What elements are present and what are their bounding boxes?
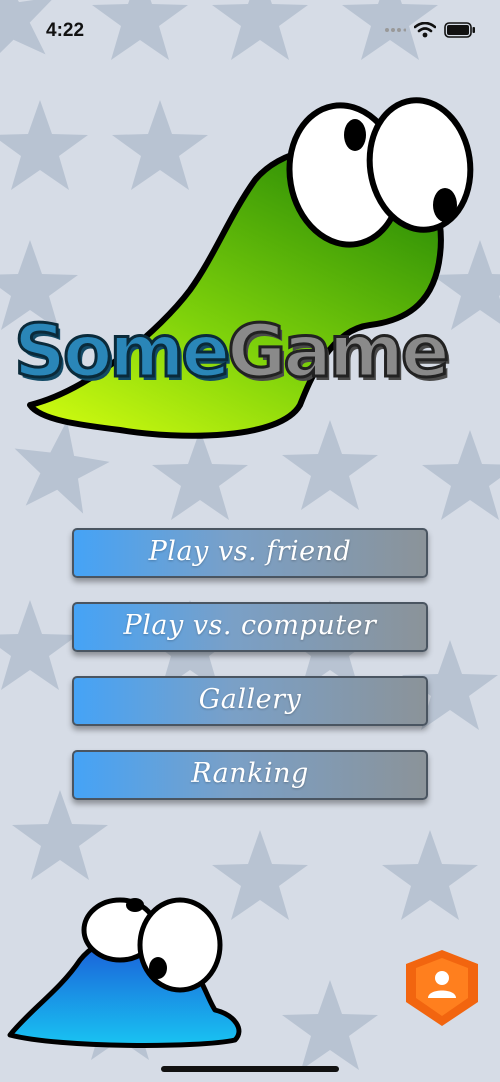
blue-blob-mascot [0,880,260,1050]
ranking-button[interactable]: Ranking [72,750,428,800]
battery-icon [444,22,475,38]
main-menu: Play vs. friend Play vs. computer Galler… [72,528,428,824]
logo-title-some: Some [12,308,231,395]
play-vs-friend-button[interactable]: Play vs. friend [72,528,428,578]
status-bar: 4:22 [0,0,500,60]
wifi-icon [414,22,436,38]
status-time: 4:22 [46,20,85,41]
profile-button[interactable] [404,948,480,1028]
signal-icon [385,28,406,32]
logo-slug-illustration [27,97,474,439]
play-vs-computer-button[interactable]: Play vs. computer [72,602,428,652]
status-icons [384,22,476,38]
game-logo: SomeGame [0,80,500,460]
profile-icon [406,950,478,1026]
home-indicator[interactable] [161,1066,339,1072]
logo-title-game: Game [226,308,452,395]
logo-title: SomeGame [12,306,494,396]
gallery-button[interactable]: Gallery [72,676,428,726]
